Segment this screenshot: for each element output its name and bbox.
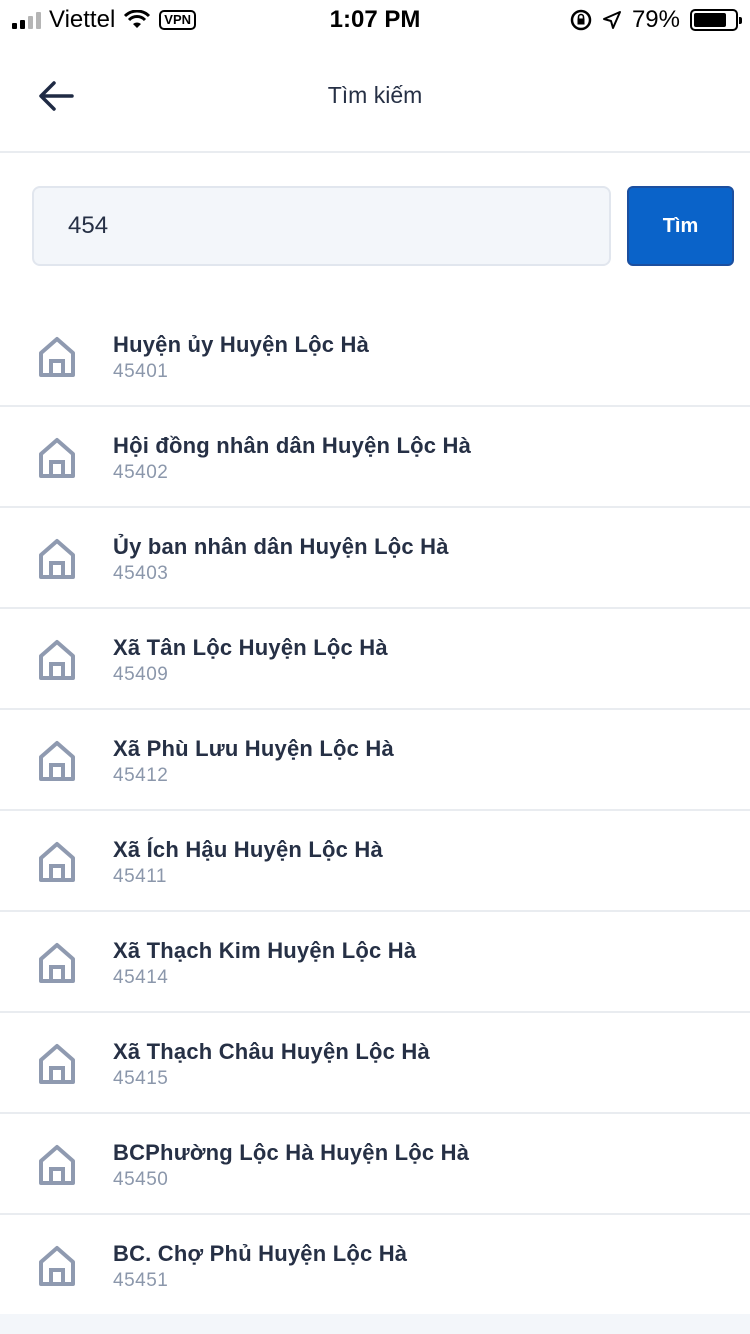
list-item[interactable]: Xã Phù Lưu Huyện Lộc Hà 45412 bbox=[0, 710, 750, 811]
list-item-title: BC. Chợ Phủ Huyện Lộc Hà bbox=[113, 1241, 408, 1266]
list-item-code: 45414 bbox=[113, 967, 169, 988]
list-item-code: 45409 bbox=[113, 664, 169, 685]
home-icon bbox=[39, 337, 75, 377]
list-item[interactable]: Xã Thạch Châu Huyện Lộc Hà 45415 bbox=[0, 1013, 750, 1114]
list-item-title: Ủy ban nhân dân Huyện Lộc Hà bbox=[113, 534, 449, 559]
home-icon bbox=[39, 842, 75, 882]
list-item[interactable]: BCPhường Lộc Hà Huyện Lộc Hà 45450 bbox=[0, 1114, 750, 1215]
list-item-code: 45412 bbox=[113, 765, 169, 786]
list-item-code: 45402 bbox=[113, 462, 169, 483]
list-item-code: 45451 bbox=[113, 1270, 169, 1291]
home-icon bbox=[39, 438, 75, 478]
search-button[interactable]: Tìm bbox=[627, 186, 734, 266]
search-input[interactable] bbox=[32, 186, 611, 266]
list-item-code: 45403 bbox=[113, 563, 169, 584]
home-icon bbox=[39, 1145, 75, 1185]
list-item-title: Xã Thạch Kim Huyện Lộc Hà bbox=[113, 938, 417, 963]
home-icon bbox=[39, 640, 75, 680]
list-item-title: Xã Phù Lưu Huyện Lộc Hà bbox=[113, 736, 394, 761]
list-item[interactable]: Huyện ủy Huyện Lộc Hà 45401 bbox=[0, 306, 750, 407]
battery-percent: 79% bbox=[631, 6, 680, 33]
status-right: 79% bbox=[570, 6, 742, 34]
result-list: Huyện ủy Huyện Lộc Hà 45401 Hội đồng nhân … bbox=[0, 306, 750, 1316]
list-item-title: Xã Ích Hậu Huyện Lộc Hà bbox=[113, 837, 383, 862]
location-icon bbox=[602, 11, 621, 29]
battery-fill bbox=[694, 13, 726, 27]
header: Tìm kiếm bbox=[0, 40, 750, 153]
list-item-code: 45450 bbox=[113, 1169, 169, 1190]
search-row: Tìm bbox=[32, 186, 734, 266]
home-icon bbox=[39, 539, 75, 579]
list-item-code: 45415 bbox=[113, 1068, 169, 1089]
home-icon bbox=[39, 1044, 75, 1084]
home-icon bbox=[39, 741, 75, 781]
list-item[interactable]: Xã Tân Lộc Huyện Lộc Hà 45409 bbox=[0, 609, 750, 710]
list-item[interactable]: BC. Chợ Phủ Huyện Lộc Hà 45451 bbox=[0, 1215, 750, 1316]
list-item[interactable]: Ủy ban nhân dân Huyện Lộc Hà 45403 bbox=[0, 508, 750, 609]
list-item[interactable]: Xã Thạch Kim Huyện Lộc Hà 45414 bbox=[0, 912, 750, 1013]
list-item-title: Hội đồng nhân dân Huyện Lộc Hà bbox=[113, 433, 471, 458]
list-item[interactable]: Xã Ích Hậu Huyện Lộc Hà 45411 bbox=[0, 811, 750, 912]
battery-icon bbox=[690, 9, 742, 31]
list-item-code: 45401 bbox=[113, 361, 169, 382]
list-item-title: Xã Tân Lộc Huyện Lộc Hà bbox=[113, 635, 388, 660]
list-item[interactable]: Hội đồng nhân dân Huyện Lộc Hà 45402 bbox=[0, 407, 750, 508]
rotation-lock-icon bbox=[570, 9, 592, 31]
list-item-title: Huyện ủy Huyện Lộc Hà bbox=[113, 332, 370, 357]
home-icon bbox=[39, 1246, 75, 1286]
home-icon bbox=[39, 943, 75, 983]
list-item-code: 45411 bbox=[113, 866, 167, 887]
list-item-title: Xã Thạch Châu Huyện Lộc Hà bbox=[113, 1039, 430, 1064]
status-bar: Viettel VPN 1:07 PM 79% bbox=[0, 0, 750, 40]
page-title: Tìm kiếm bbox=[327, 82, 423, 108]
bottom-strip bbox=[0, 1314, 750, 1334]
list-item-title: BCPhường Lộc Hà Huyện Lộc Hà bbox=[113, 1140, 470, 1165]
